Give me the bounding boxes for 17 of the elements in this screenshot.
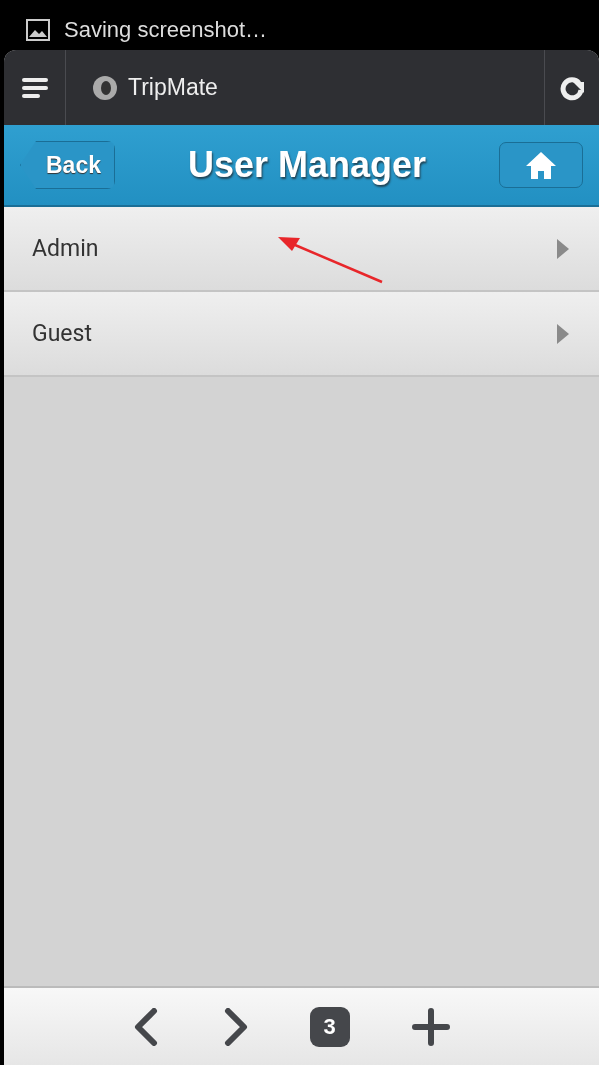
chevron-right-icon — [557, 323, 569, 344]
chevron-right-icon — [223, 1007, 248, 1046]
reload-icon — [559, 74, 585, 101]
home-button[interactable] — [499, 142, 583, 188]
page-title: User Manager — [186, 144, 428, 186]
user-list-item[interactable]: Guest — [4, 292, 599, 377]
user-list-item[interactable]: Admin — [4, 207, 599, 292]
plus-icon — [411, 1007, 450, 1046]
image-icon — [26, 19, 50, 41]
site-logo-icon — [92, 74, 118, 101]
notification-text: Saving screenshot… — [64, 16, 267, 44]
home-icon — [524, 150, 558, 180]
site-title: TripMate — [128, 74, 218, 101]
chevron-right-icon — [557, 238, 569, 259]
chevron-left-icon — [133, 1007, 158, 1046]
tab-count-button[interactable]: 3 — [309, 1006, 350, 1047]
menu-icon — [21, 77, 48, 98]
